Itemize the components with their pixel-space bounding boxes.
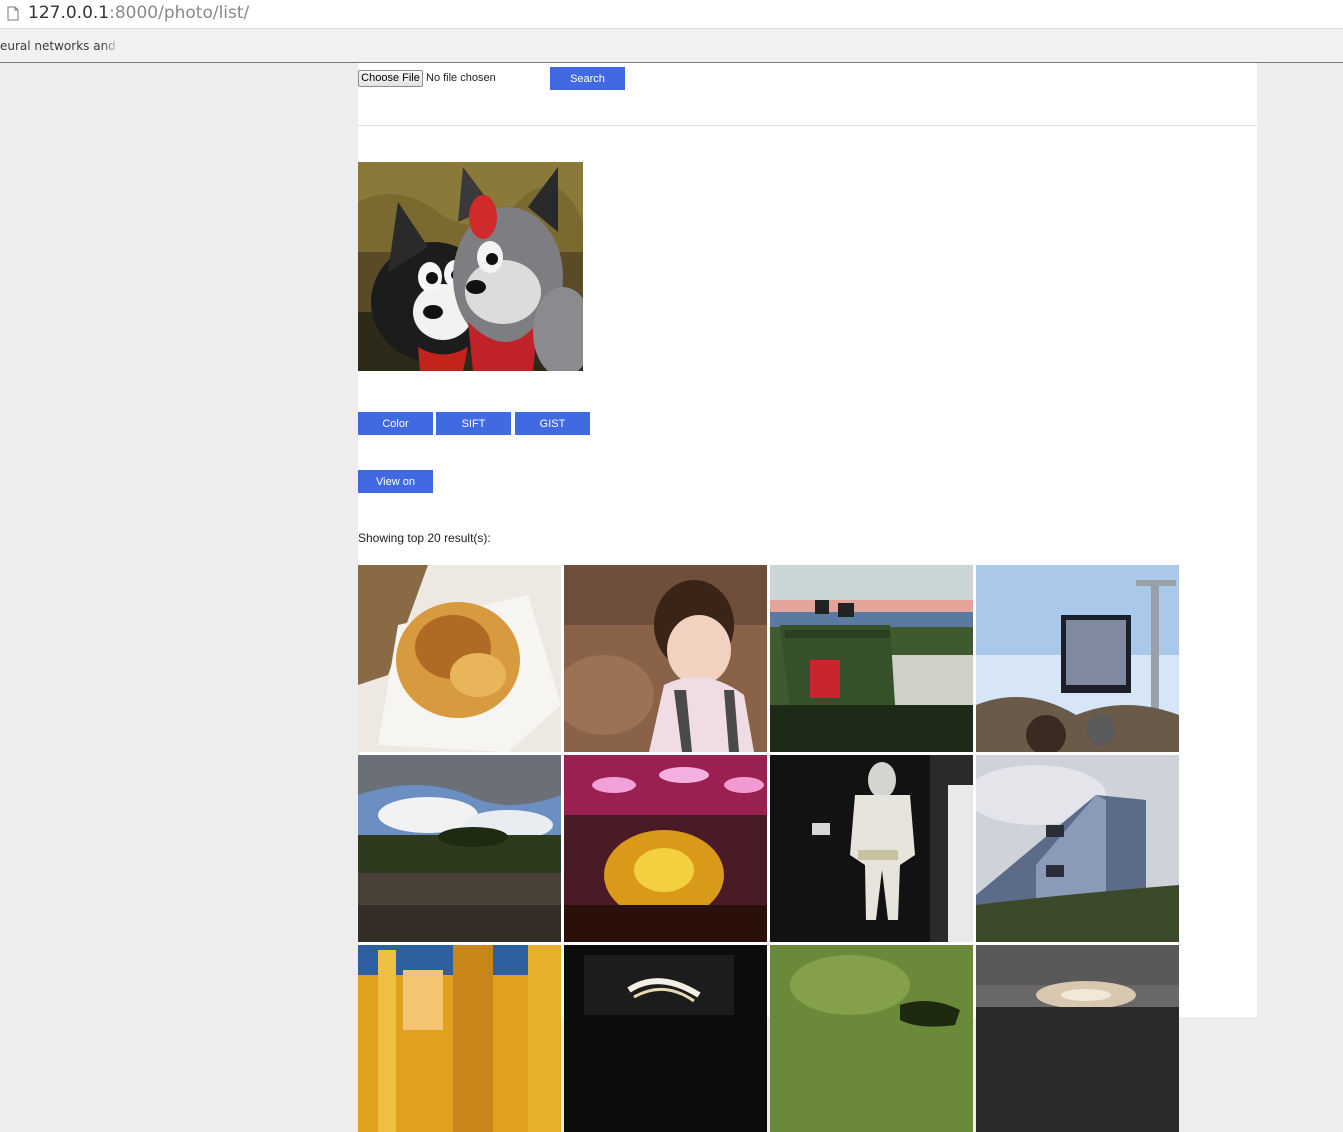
result-thumbnail[interactable]: [976, 945, 1179, 1132]
results-count-label: Showing top 20 result(s):: [358, 531, 491, 545]
bookmarks-bar: eural networks and de: [0, 29, 1343, 63]
result-thumbnail[interactable]: [358, 565, 561, 752]
page-icon: [7, 6, 19, 21]
url-path: :8000/photo/list/: [109, 3, 250, 23]
result-thumbnail[interactable]: [358, 755, 561, 942]
result-thumbnail[interactable]: [564, 755, 767, 942]
address-bar[interactable]: 127.0.0.1:8000/photo/list/: [0, 0, 1343, 29]
file-status-label: No file chosen: [426, 72, 496, 84]
result-thumbnail[interactable]: [564, 565, 767, 752]
search-form: Choose File No file chosen Search: [358, 63, 1257, 126]
gist-feature-button[interactable]: GIST: [515, 412, 590, 435]
result-thumbnail[interactable]: [770, 755, 973, 942]
url-host: 127.0.0.1: [28, 3, 110, 23]
sift-feature-button[interactable]: SIFT: [436, 412, 511, 435]
query-image: [358, 162, 583, 371]
search-button[interactable]: Search: [550, 67, 625, 90]
result-thumbnail[interactable]: [564, 945, 767, 1132]
result-thumbnail[interactable]: [358, 945, 561, 1132]
url-text[interactable]: 127.0.0.1:8000/photo/list/: [28, 3, 249, 24]
color-feature-button[interactable]: Color: [358, 412, 433, 435]
result-thumbnail[interactable]: [976, 755, 1179, 942]
bookmark-item[interactable]: eural networks and de: [0, 38, 120, 54]
page-content: Choose File No file chosen Search Color …: [358, 63, 1257, 1132]
result-thumbnail[interactable]: [976, 565, 1179, 752]
result-thumbnail[interactable]: [770, 945, 973, 1132]
view-on-map-button[interactable]: View on map: [358, 470, 433, 511]
choose-file-button[interactable]: Choose File: [358, 70, 423, 87]
result-thumbnail[interactable]: [770, 565, 973, 752]
